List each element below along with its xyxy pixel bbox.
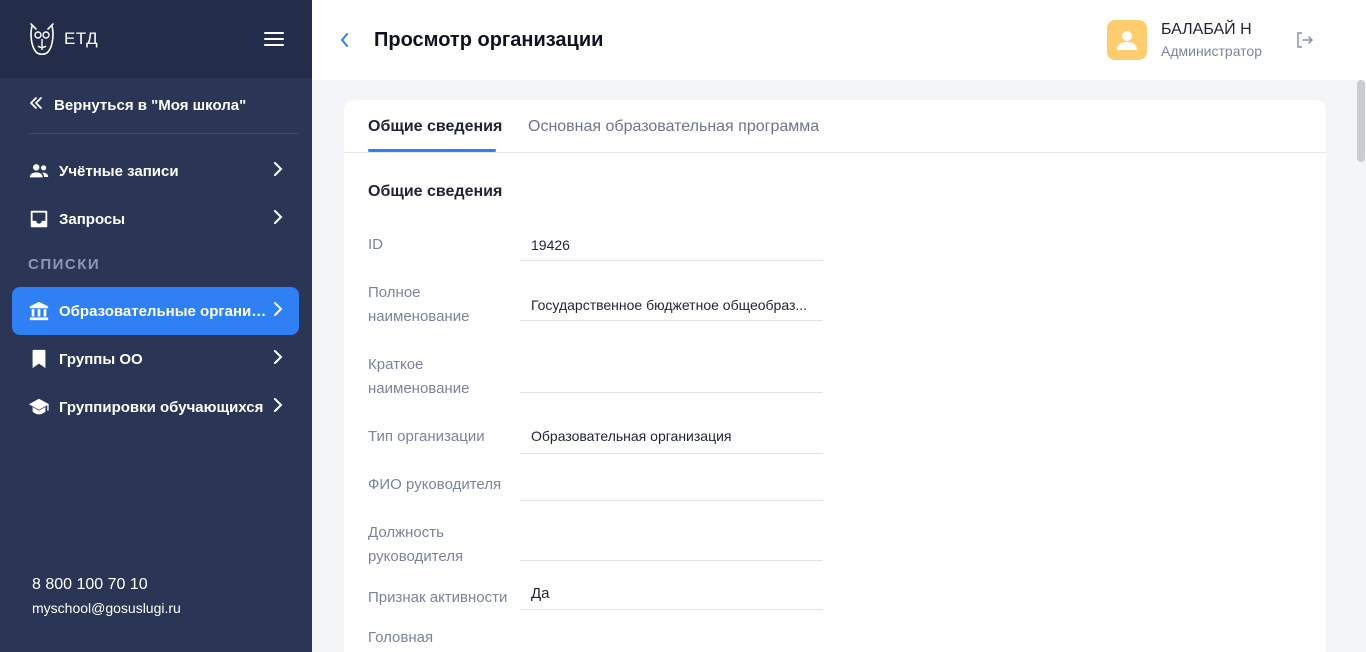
user-icon — [1117, 31, 1137, 50]
sidebar: ЕТД Вернуться в "Моя школа" Учётные запи… — [0, 0, 312, 652]
field-value-org-type: Образовательная организация — [520, 424, 823, 454]
field-label-org-type: Тип организации — [368, 428, 485, 445]
sidebar-header: ЕТД — [0, 0, 312, 78]
page-title: Просмотр организации — [374, 28, 604, 51]
field-label-head-position: Должность руководителя — [368, 524, 464, 565]
user-name: БАЛАБАЙ Н — [1161, 21, 1252, 38]
back-to-my-school-link[interactable]: Вернуться в "Моя школа" — [28, 78, 298, 134]
field-label-active-flag: Признак активности — [368, 589, 508, 606]
field-label-full-name: Полное наименование — [368, 284, 470, 325]
field-label-head-org: Головная — [368, 629, 434, 646]
sidebar-item-student-groupings[interactable]: Группировки обучающихся — [12, 383, 299, 431]
scrollbar-thumb[interactable] — [1357, 80, 1365, 162]
owl-logo-icon — [30, 23, 54, 56]
support-phone[interactable]: 8 800 100 70 10 — [32, 576, 181, 594]
back-link-label: Вернуться в "Моя школа" — [54, 97, 247, 114]
sidebar-footer: 8 800 100 70 10 myschool@gosuslugi.ru — [32, 576, 181, 616]
user-role: Администратор — [1161, 43, 1263, 59]
bookmark-icon — [28, 348, 50, 370]
organization-card: Общие сведения Основная образовательная … — [344, 100, 1326, 652]
page-header: Просмотр организации БАЛАБАЙ Н Администр… — [312, 0, 1366, 80]
field-label-id: ID — [368, 236, 383, 253]
user-profile[interactable]: БАЛАБАЙ Н Администратор — [1107, 20, 1262, 60]
tab-general-info[interactable]: Общие сведения — [368, 118, 502, 136]
sidebar-item-label: Группы ОО — [59, 350, 143, 368]
logout-icon[interactable] — [1296, 31, 1314, 49]
sidebar-item-organizations[interactable]: Образовательные организа... — [12, 287, 299, 335]
support-email[interactable]: myschool@gosuslugi.ru — [32, 600, 181, 616]
sidebar-item-accounts[interactable]: Учётные записи — [12, 147, 299, 195]
inbox-icon — [28, 208, 50, 230]
field-value-full-name: Государственное бюджетное общеобраз... — [520, 293, 823, 321]
sidebar-item-label: Группировки обучающихся — [59, 398, 264, 416]
sidebar-item-groups[interactable]: Группы ОО — [12, 335, 299, 383]
menu-toggle-icon[interactable] — [264, 32, 284, 46]
section-title: Общие сведения — [368, 183, 503, 200]
page-scrollbar[interactable] — [1356, 80, 1366, 652]
avatar — [1107, 20, 1147, 60]
sidebar-item-label: Запросы — [59, 210, 126, 228]
field-value-head-name — [520, 473, 823, 501]
users-icon — [28, 160, 50, 182]
chevron-left-icon — [340, 33, 348, 47]
section-label-lists: СПИСКИ — [28, 256, 101, 273]
logo-text: ЕТД — [64, 29, 99, 48]
sidebar-item-requests[interactable]: Запросы — [12, 195, 299, 243]
chevron-right-icon — [267, 302, 283, 320]
field-value-head-position — [520, 533, 823, 561]
sidebar-item-label: Учётные записи — [59, 162, 179, 180]
field-value-active-flag: Да — [520, 582, 823, 610]
tab-bar: Общие сведения Основная образовательная … — [344, 100, 1326, 153]
back-button[interactable] — [340, 33, 360, 47]
field-label-head-name: ФИО руководителя — [368, 476, 502, 493]
chevron-right-icon — [267, 350, 283, 368]
sidebar-item-label: Образовательные организа... — [59, 302, 267, 320]
field-label-short-name: Краткое наименование — [368, 356, 470, 397]
field-value-short-name — [520, 365, 823, 393]
institution-icon — [28, 300, 50, 322]
tab-main-education-program[interactable]: Основная образовательная программа — [528, 118, 819, 136]
logo[interactable]: ЕТД — [28, 20, 98, 58]
chevron-right-icon — [267, 398, 283, 416]
field-value-id: 19426 — [520, 233, 823, 261]
graduation-cap-icon — [28, 396, 50, 418]
chevron-right-icon — [267, 210, 283, 228]
chevron-right-icon — [267, 162, 283, 180]
active-tab-indicator — [368, 149, 496, 152]
double-chevron-left-icon — [28, 96, 44, 115]
